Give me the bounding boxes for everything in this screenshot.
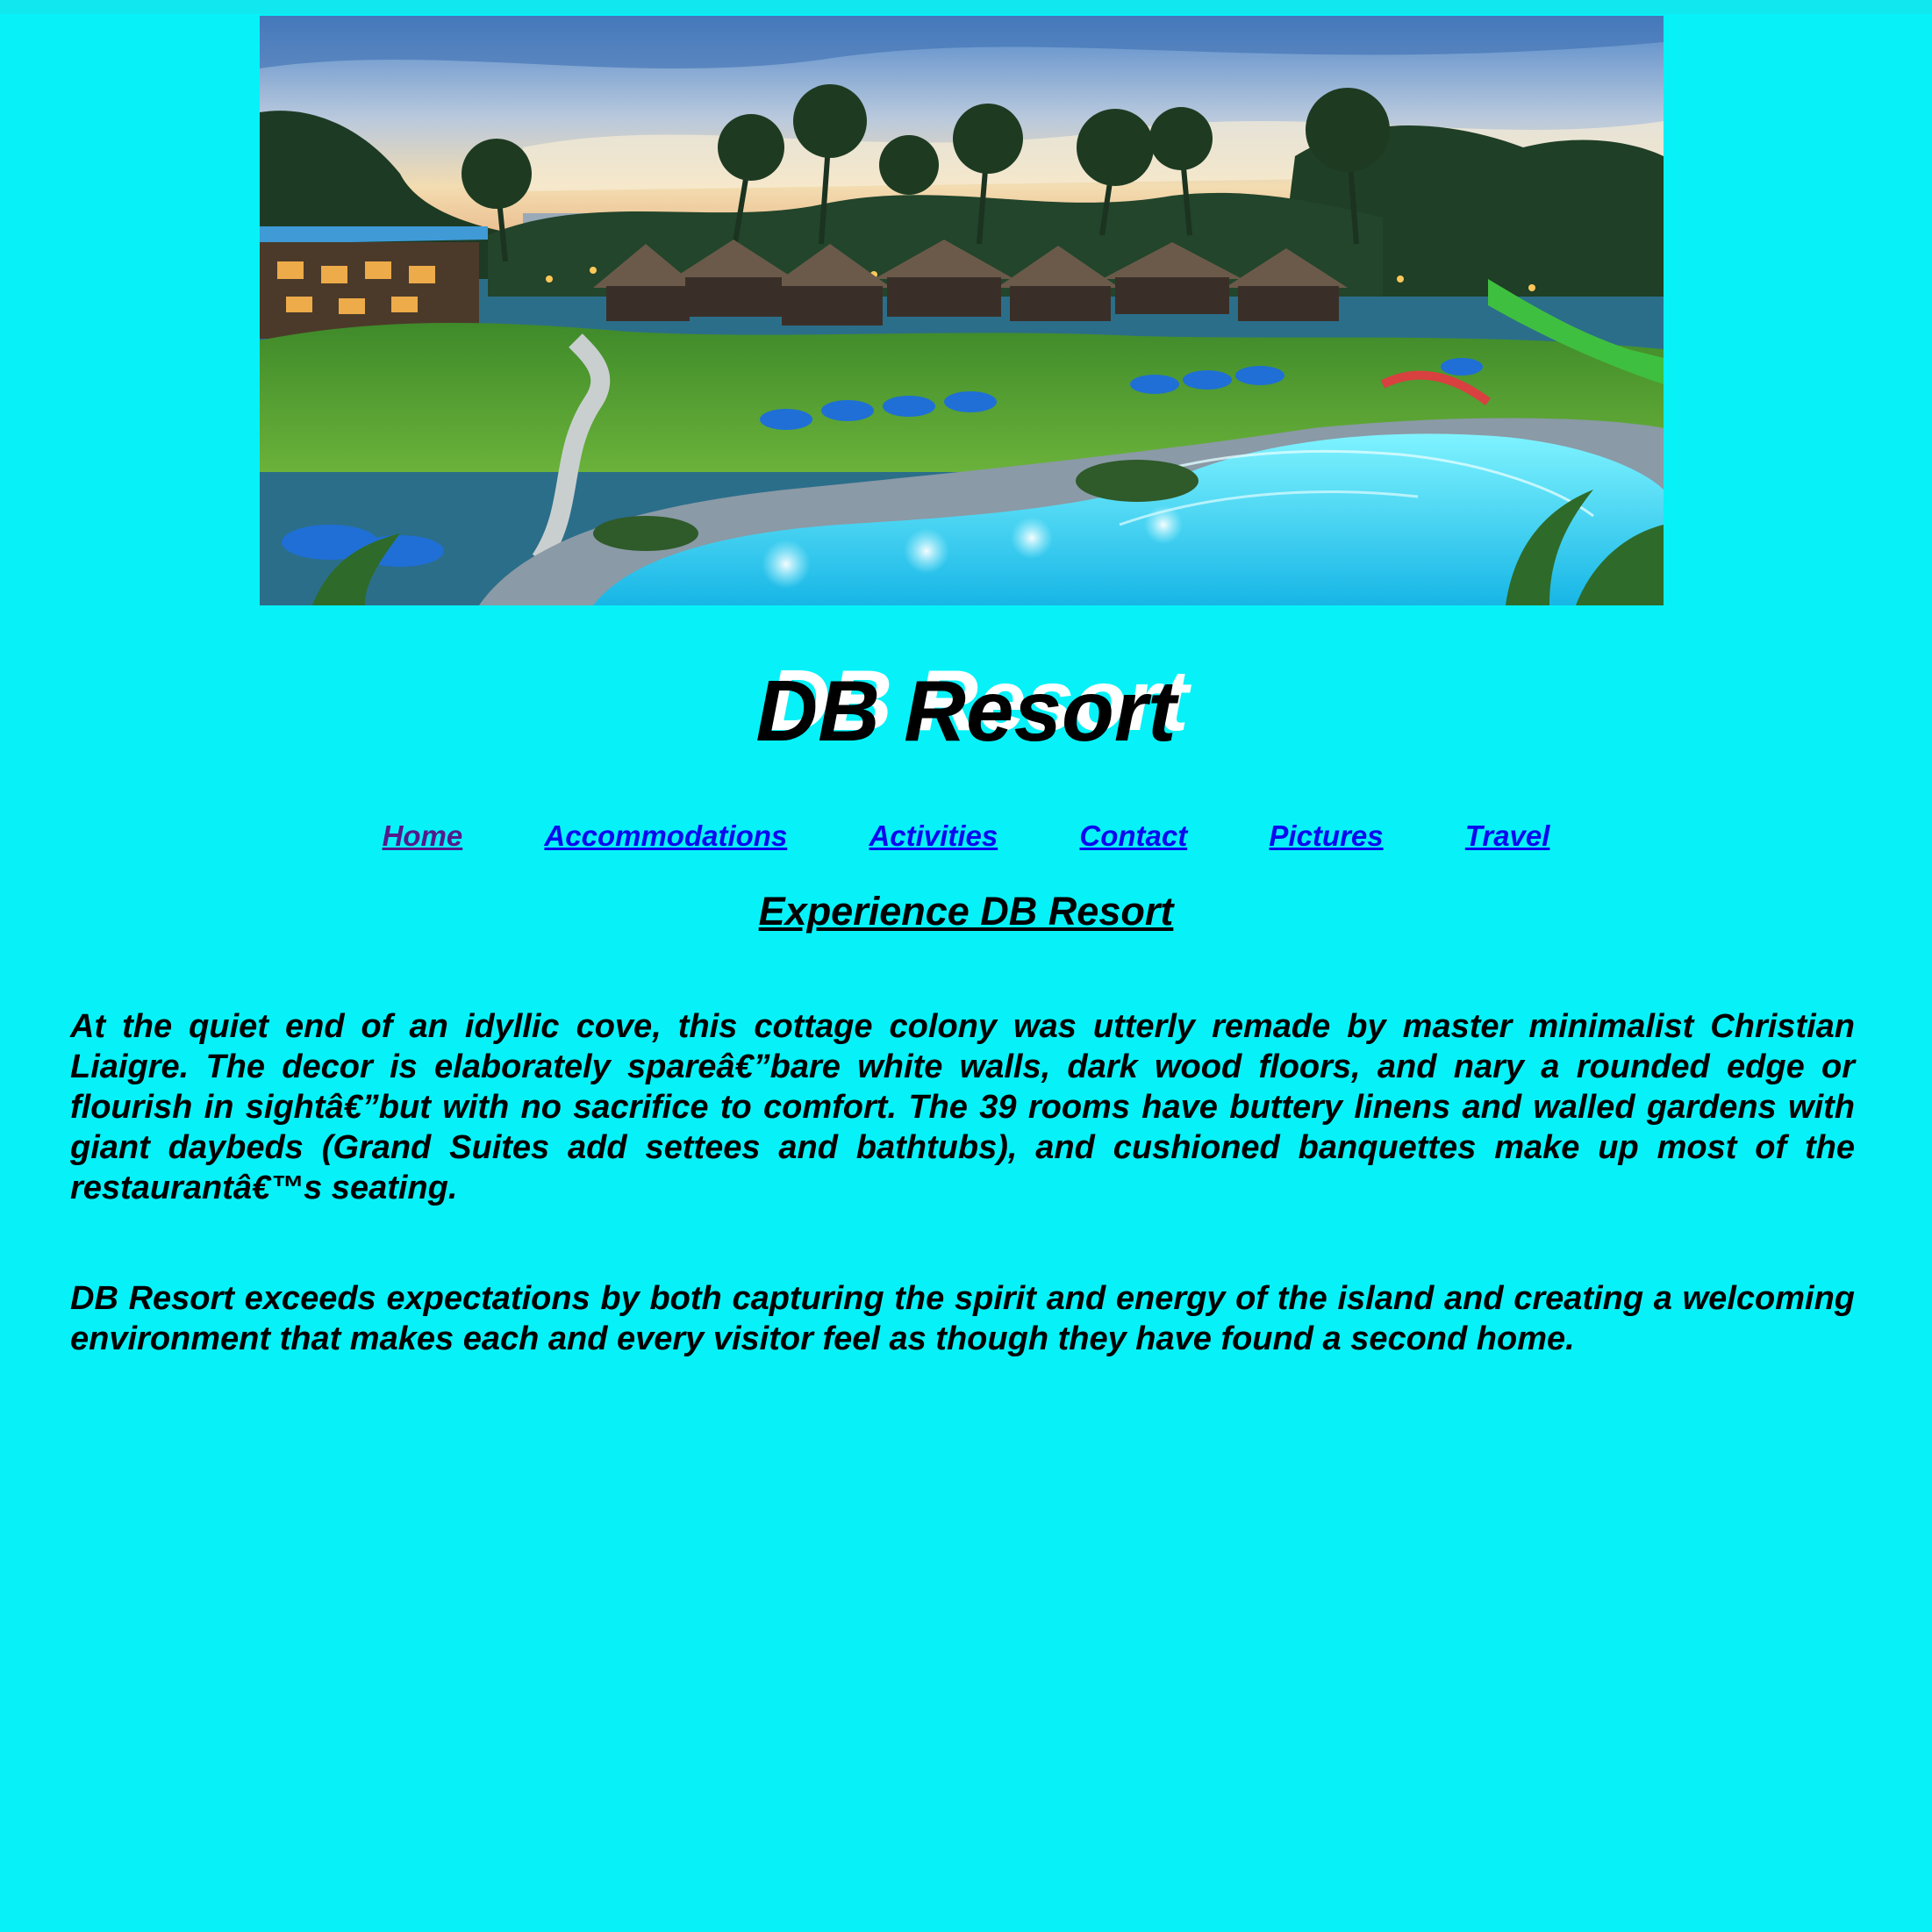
section-heading: Experience DB Resort [758,889,1174,934]
site-title-wrap: DB Resort DB Resort [0,652,1932,768]
nav-link-home[interactable]: Home [383,814,463,858]
banner-image [260,16,1664,605]
nav-link-travel[interactable]: Travel [1465,814,1550,858]
intro-paragraph: At the quiet end of an idyllic cove, thi… [70,1008,1855,1206]
welcome-paragraph: DB Resort exceeds expectations by both c… [70,1280,1855,1357]
nav-link-pictures[interactable]: Pictures [1269,814,1383,858]
site-title-text: DB Resort [755,662,1177,759]
main-nav: Home Accommodations Activities Contact P… [0,814,1932,858]
nav-link-contact[interactable]: Contact [1079,814,1187,858]
top-strip [0,0,1932,14]
nav-link-accommodations[interactable]: Accommodations [544,814,787,858]
nav-link-activities[interactable]: Activities [869,814,998,858]
site-title: DB Resort DB Resort [755,652,1188,768]
banner-image-photo [260,16,1664,605]
